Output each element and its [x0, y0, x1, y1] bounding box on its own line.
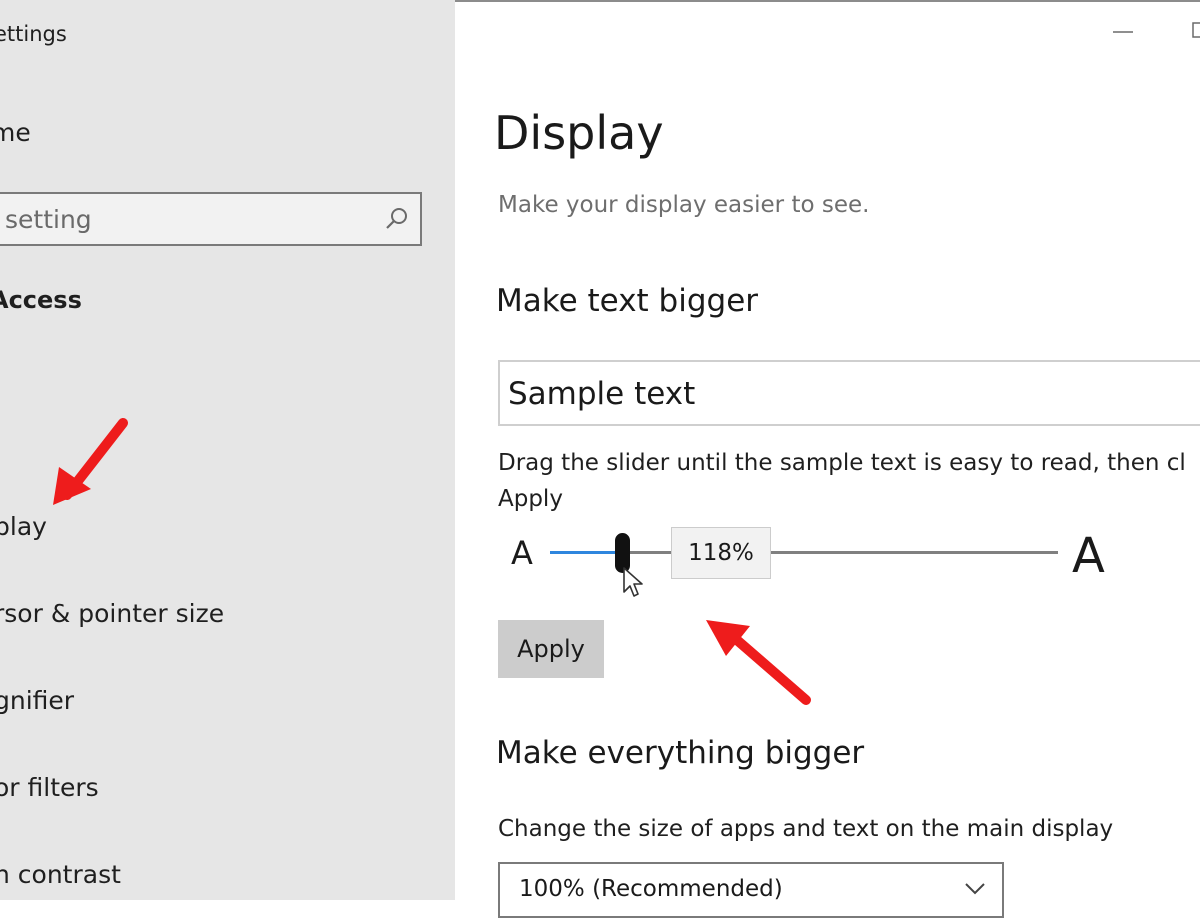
page-subtitle: Make your display easier to see.	[498, 192, 870, 218]
scale-dropdown[interactable]: 100% (Recommended)	[498, 862, 1004, 918]
sidebar-group-title: Access	[0, 286, 82, 314]
app-title: ettings	[0, 22, 67, 46]
sidebar-item-cursor-pointer-size[interactable]: rsor & pointer size	[0, 599, 224, 628]
sidebar-item-color-filters[interactable]: or filters	[0, 773, 99, 802]
search-icon[interactable]	[384, 206, 410, 232]
minimize-icon[interactable]	[1113, 20, 1133, 40]
slider-instructions: Drag the slider until the sample text is…	[498, 450, 1186, 512]
slider-fill	[550, 551, 623, 554]
search-input[interactable]: setting	[5, 205, 92, 234]
mouse-cursor-icon	[623, 567, 643, 597]
slider-small-a-label: A	[511, 534, 533, 572]
sidebar-home[interactable]: me	[0, 118, 31, 147]
maximize-icon[interactable]	[1190, 20, 1200, 40]
scale-description: Change the size of apps and text on the …	[498, 816, 1114, 842]
search-box[interactable]: setting	[0, 192, 422, 246]
chevron-down-icon	[965, 883, 985, 895]
section-title-text-bigger: Make text bigger	[496, 283, 759, 319]
slider-large-a-label: A	[1072, 528, 1105, 584]
sidebar-item-magnifier[interactable]: gnifier	[0, 686, 74, 715]
red-arrow-icon	[706, 620, 811, 705]
sample-text-box: Sample text	[498, 360, 1200, 426]
red-arrow-icon	[53, 418, 128, 505]
scale-dropdown-value: 100% (Recommended)	[519, 876, 783, 902]
page-title: Display	[494, 106, 664, 160]
sample-text: Sample text	[508, 376, 696, 412]
sidebar-item-display[interactable]: play	[0, 512, 47, 541]
slider-value-tooltip: 118%	[671, 527, 771, 579]
apply-button[interactable]: Apply	[498, 620, 604, 678]
section-title-everything-bigger: Make everything bigger	[496, 735, 865, 771]
sidebar-item-high-contrast[interactable]: h contrast	[0, 860, 121, 889]
